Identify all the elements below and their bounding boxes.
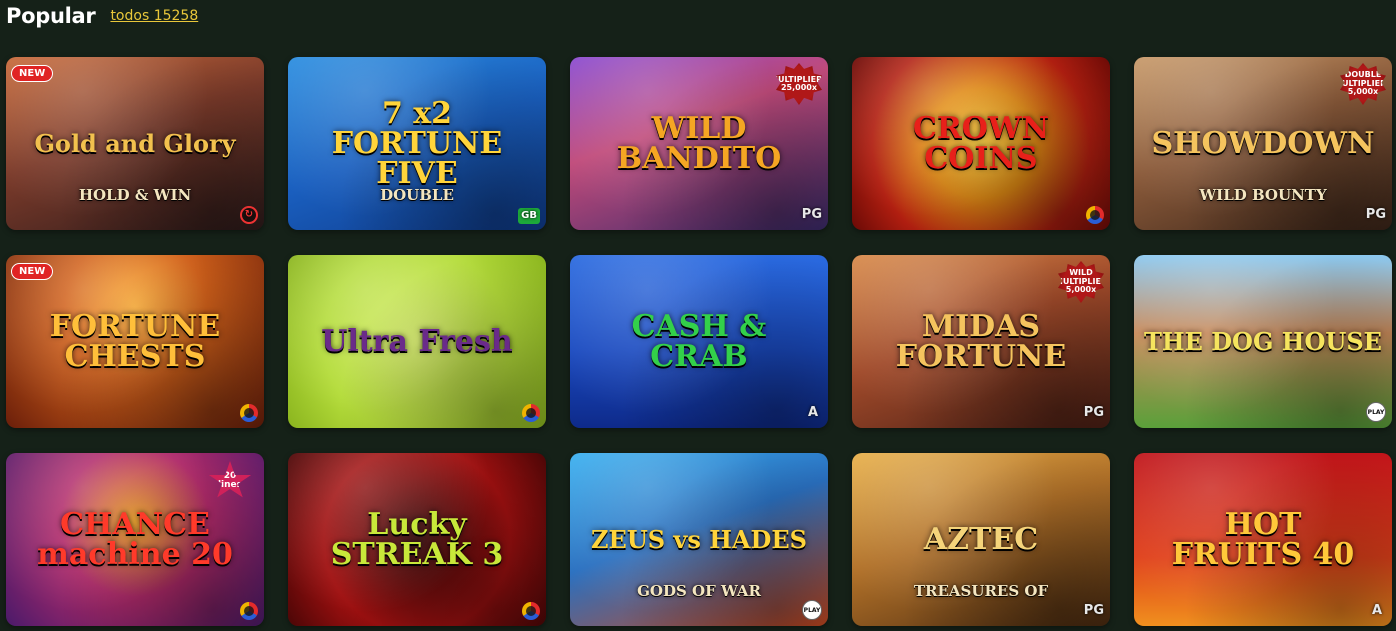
game-card[interactable]: CASH & CRAB A <box>570 255 828 428</box>
provider-logo: A <box>1371 603 1383 618</box>
new-badge: NEW <box>11 65 54 82</box>
provider-logo: GB <box>518 208 540 224</box>
game-card[interactable]: WILD BANDITO MULTIPLIERS 25,000x PG <box>570 57 828 230</box>
game-title: CROWN COINS <box>912 110 1050 176</box>
provider-logo: PG <box>1083 603 1104 618</box>
game-title: CHANCE machine 20 <box>37 506 233 572</box>
game-card[interactable]: SHOWDOWN WILD BOUNTY DOUBLE MULTIPLIERS 5,… <box>1134 57 1392 230</box>
game-subtitle: DOUBLE <box>380 186 454 204</box>
game-title: THE DOG HOUSE <box>1144 326 1382 356</box>
game-title: SHOWDOWN <box>1151 125 1375 161</box>
view-all-link[interactable]: todos 15258 <box>110 8 198 24</box>
game-title: CASH & CRAB <box>631 308 767 374</box>
section-title: Popular <box>6 4 96 28</box>
provider-logo: PG <box>1365 207 1386 222</box>
provider-logo-icon <box>522 602 540 620</box>
game-card[interactable]: Lucky STREAK 3 <box>288 453 546 626</box>
provider-logo: PLAY <box>802 600 822 620</box>
game-card[interactable]: Gold and Glory HOLD & WIN NEW ↻ <box>6 57 264 230</box>
game-subtitle: GODS OF WAR <box>637 582 761 600</box>
provider-logo: A <box>807 405 819 420</box>
game-card[interactable]: CROWN COINS <box>852 57 1110 230</box>
game-title: HOT FRUITS 40 <box>1171 506 1355 572</box>
provider-logo-icon <box>522 404 540 422</box>
game-card[interactable]: AZTEC TREASURES OF PG <box>852 453 1110 626</box>
game-grid: Gold and Glory HOLD & WIN NEW ↻ 7 x2 FORTUNE… <box>6 57 1392 626</box>
game-title: AZTEC <box>923 521 1039 557</box>
game-card[interactable]: Ultra Fresh <box>288 255 546 428</box>
game-card[interactable]: THE DOG HOUSE PLAY <box>1134 255 1392 428</box>
provider-logo-icon <box>240 404 258 422</box>
game-title: Lucky STREAK 3 <box>330 506 504 572</box>
game-card[interactable]: MIDAS FORTUNE WILD MULTIPLIER 5,000x PG <box>852 255 1110 428</box>
game-title: Gold and Glory <box>34 128 236 158</box>
game-title: WILD BANDITO <box>616 110 782 176</box>
game-title: FORTUNE CHESTS <box>49 308 221 374</box>
game-subtitle: TREASURES OF <box>913 582 1049 600</box>
game-subtitle: HOLD & WIN <box>78 186 192 204</box>
game-card[interactable]: HOT FRUITS 40 A <box>1134 453 1392 626</box>
game-title: Ultra Fresh <box>321 323 513 359</box>
game-title: 7 x2 FORTUNE FIVE <box>331 95 503 191</box>
game-title: ZEUS vs HADES <box>591 524 807 554</box>
game-card[interactable]: CHANCE machine 20 20 lines <box>6 453 264 626</box>
provider-logo: PG <box>801 207 822 222</box>
new-badge: NEW <box>11 263 54 280</box>
game-title: MIDAS FORTUNE <box>895 308 1067 374</box>
provider-logo-icon: ↻ <box>240 206 258 224</box>
provider-logo-icon <box>1086 206 1104 224</box>
game-card[interactable]: FORTUNE CHESTS NEW <box>6 255 264 428</box>
game-card[interactable]: ZEUS vs HADES GODS OF WAR PLAY <box>570 453 828 626</box>
provider-logo: PG <box>1083 405 1104 420</box>
section-header: Popular todos 15258 <box>6 2 198 30</box>
provider-logo: PLAY <box>1366 402 1386 422</box>
game-subtitle: WILD BOUNTY <box>1199 186 1327 204</box>
provider-logo-icon <box>240 602 258 620</box>
game-card[interactable]: 7 x2 FORTUNE FIVE DOUBLE GB <box>288 57 546 230</box>
